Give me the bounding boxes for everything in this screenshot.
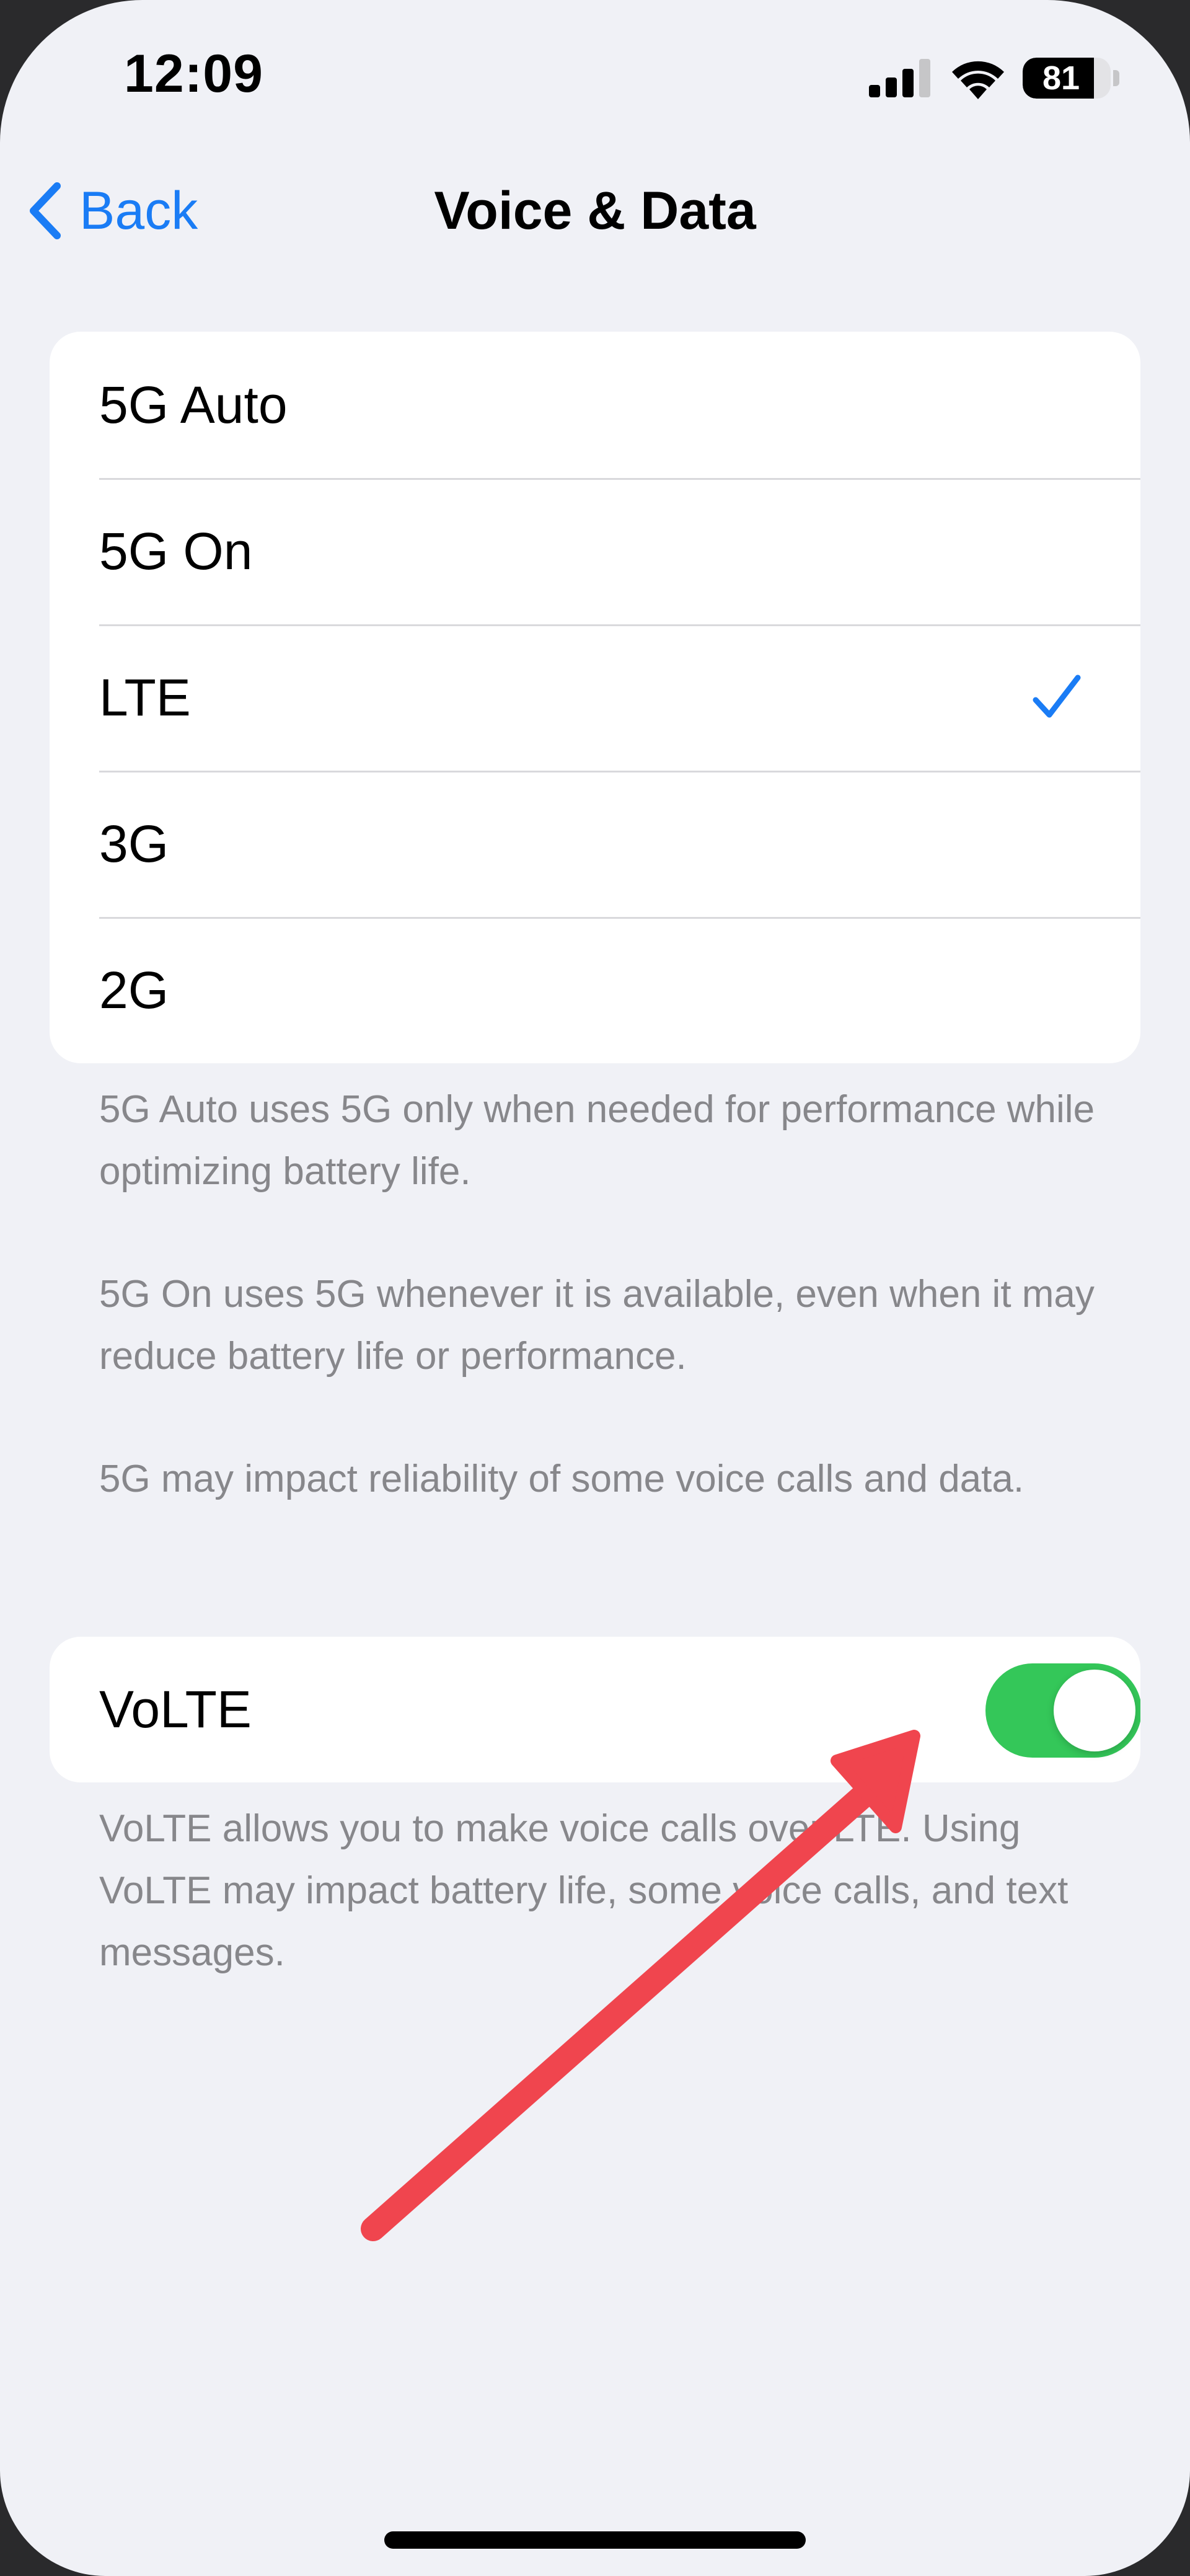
volte-label: VoLTE [99,1680,252,1738]
toggle-knob [1054,1670,1135,1751]
volte-toggle[interactable] [985,1663,1140,1758]
status-bar: 12:09 81 [0,0,1190,155]
wifi-icon [952,61,1004,99]
footnote-5g-reliability: 5G may impact reliability of some voice … [99,1458,1025,1500]
network-footnotes: 5G Auto uses 5G only when needed for per… [99,1079,1103,1571]
option-5g-on[interactable]: 5G On [50,478,1140,624]
checkmark-icon [1033,675,1081,718]
volte-footnote: VoLTE allows you to make voice calls ove… [99,1807,1069,1974]
cellular-signal-icon [869,59,930,97]
home-indicator[interactable] [384,2531,806,2549]
footnote-5g-auto: 5G Auto uses 5G only when needed for per… [99,1088,1095,1193]
battery-icon: 81 [1023,58,1111,99]
battery-cap [1113,70,1119,86]
option-label: 5G Auto [99,375,288,434]
page-title: Voice & Data [434,181,756,241]
network-options-list: 5G Auto 5G On LTE 3G 2G [50,332,1140,1063]
option-label: LTE [99,668,191,727]
footnote-5g-on: 5G On uses 5G whenever it is available, … [99,1273,1095,1378]
option-label: 3G [99,814,169,873]
status-time: 12:09 [124,44,263,104]
option-2g[interactable]: 2G [50,917,1140,1063]
option-label: 2G [99,960,169,1019]
option-5g-auto[interactable]: 5G Auto [50,332,1140,478]
volte-row: VoLTE [50,1637,1140,1782]
option-label: 5G On [99,521,253,580]
phone-screen: 12:09 81 Back Voice & Data 5G Auto 5G On… [0,0,1190,2576]
option-3g[interactable]: 3G [50,771,1140,917]
option-lte[interactable]: LTE [50,624,1140,771]
battery-level: 81 [1042,60,1080,97]
